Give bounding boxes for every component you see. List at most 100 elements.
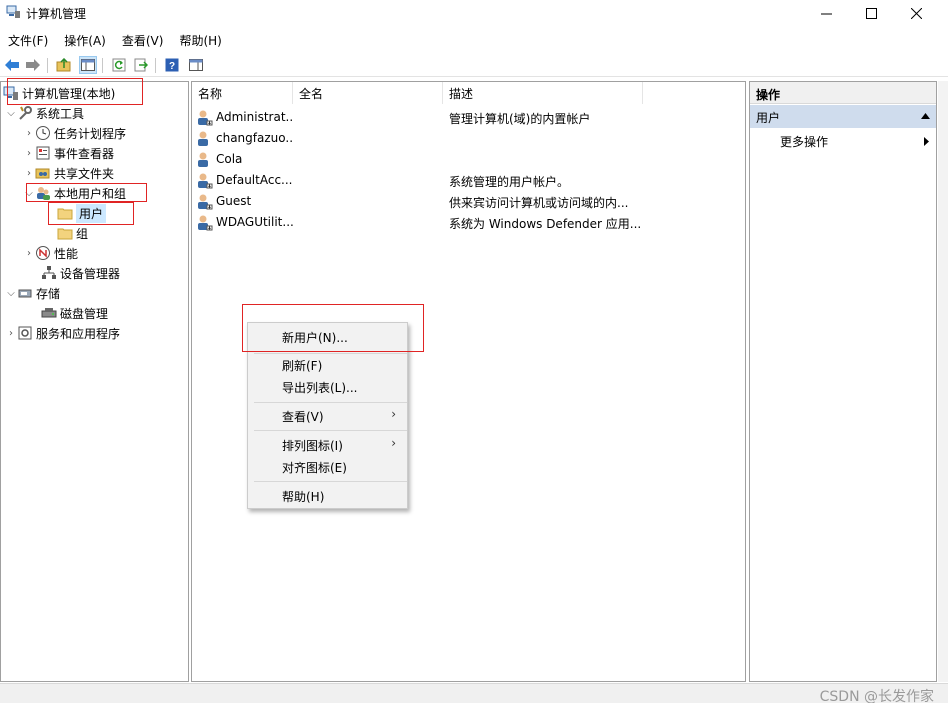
- minimize-icon: [820, 13, 832, 14]
- folder-icon: [57, 228, 73, 240]
- chevron-right-icon[interactable]: ›: [23, 128, 35, 139]
- performance-icon: [36, 246, 50, 260]
- minimize-button[interactable]: [803, 0, 849, 26]
- title-bar: 计算机管理: [0, 0, 948, 26]
- actions-header: 操作: [750, 82, 936, 104]
- disk-icon: [41, 308, 57, 318]
- tree-label: 磁盘管理: [60, 306, 109, 321]
- tree-item-storage[interactable]: ⌵ 存储: [5, 283, 60, 303]
- menu-item-help[interactable]: 帮助(H): [249, 485, 406, 506]
- tree-item-shared-folders[interactable]: › 共享文件夹: [23, 163, 114, 183]
- user-icon: [198, 194, 213, 210]
- column-header-description[interactable]: 描述: [443, 82, 643, 104]
- chevron-right-icon: ›: [391, 407, 396, 421]
- user-icon: [198, 173, 213, 189]
- back-arrow-icon: [5, 59, 19, 71]
- chevron-right-icon[interactable]: ›: [23, 248, 35, 259]
- submenu-arrow-icon: [924, 137, 929, 146]
- event-viewer-icon: [36, 146, 50, 160]
- tree-item-disk-management[interactable]: 磁盘管理: [41, 303, 108, 323]
- watermark: CSDN @长发作家: [819, 689, 934, 703]
- menu-action[interactable]: 操作(A): [56, 29, 114, 51]
- window-title: 计算机管理: [26, 7, 87, 21]
- tree-item-system-tools[interactable]: ⌵ 系统工具: [5, 103, 84, 123]
- refresh-icon: [112, 58, 126, 72]
- export-list-button[interactable]: [132, 56, 150, 74]
- table-row[interactable]: Guest 供来宾访问计算机或访问域的内...: [196, 191, 744, 212]
- show-hide-action-pane-button[interactable]: [187, 56, 205, 74]
- highlight-users: [48, 202, 134, 225]
- tree-item-groups[interactable]: 组: [57, 223, 88, 243]
- tree-item-services-apps[interactable]: › 服务和应用程序: [5, 323, 120, 343]
- close-button[interactable]: [893, 0, 939, 26]
- collapse-up-icon: [921, 113, 930, 119]
- up-folder-icon: [56, 58, 71, 72]
- window-edge-scrollbar: [938, 81, 948, 682]
- tree-label: 服务和应用程序: [36, 326, 121, 341]
- menu-item-view[interactable]: 查看(V) ›: [249, 405, 406, 426]
- tree-label: 性能: [54, 246, 79, 261]
- help-button[interactable]: ?: [163, 56, 181, 74]
- export-icon: [134, 58, 148, 72]
- show-hide-console-tree-button[interactable]: [79, 56, 97, 74]
- highlight-new-user: [242, 304, 424, 352]
- highlight-root: [7, 78, 143, 105]
- menu-item-export-list[interactable]: 导出列表(L)...: [249, 376, 406, 397]
- refresh-button[interactable]: [110, 56, 128, 74]
- menu-bar: 文件(F) 操作(A) 查看(V) 帮助(H): [0, 29, 948, 51]
- maximize-button[interactable]: [848, 0, 894, 26]
- column-header-fullname[interactable]: 全名: [293, 82, 443, 104]
- chevron-down-icon[interactable]: ⌵: [5, 108, 17, 119]
- tree-item-performance[interactable]: › 性能: [23, 243, 78, 263]
- console-tree: 计算机管理(本地) ⌵ 系统工具 › 任务计划程序 › 事件查看器 › 共享文件…: [0, 81, 189, 682]
- maximize-icon: [865, 7, 877, 19]
- help-icon: ?: [165, 58, 179, 72]
- computer-management-icon: [6, 5, 20, 18]
- table-row[interactable]: DefaultAcc... 系统管理的用户帐户。: [196, 170, 744, 191]
- services-icon: [18, 326, 32, 340]
- menu-view[interactable]: 查看(V): [114, 29, 172, 51]
- tree-item-event-viewer[interactable]: › 事件查看器: [23, 143, 114, 163]
- toolbar: ?: [0, 53, 948, 77]
- tree-label: 共享文件夹: [54, 166, 115, 181]
- forward-button[interactable]: [24, 56, 42, 74]
- device-manager-icon: [42, 266, 56, 279]
- user-icon: [198, 110, 213, 126]
- chevron-right-icon[interactable]: ›: [5, 328, 17, 339]
- user-icon: [198, 131, 208, 146]
- actions-section-users[interactable]: 用户: [750, 105, 936, 128]
- tree-label: 系统工具: [36, 106, 85, 121]
- up-folder-button[interactable]: [55, 56, 73, 74]
- menu-file[interactable]: 文件(F): [0, 29, 56, 51]
- chevron-right-icon[interactable]: ›: [23, 168, 35, 179]
- back-button[interactable]: [3, 56, 21, 74]
- close-icon: [910, 7, 922, 19]
- table-row[interactable]: Administrat... 管理计算机(域)的内置帐户: [196, 107, 744, 128]
- svg-text:?: ?: [169, 61, 175, 72]
- highlight-local-users-groups: [26, 183, 147, 202]
- console-tree-icon: [81, 59, 95, 71]
- chevron-down-icon[interactable]: ⌵: [5, 288, 17, 299]
- user-icon: [198, 152, 208, 167]
- tree-label: 任务计划程序: [54, 126, 127, 141]
- menu-item-refresh[interactable]: 刷新(F): [249, 354, 406, 375]
- table-row[interactable]: changfazuo...: [196, 128, 744, 149]
- tree-item-device-manager[interactable]: 设备管理器: [41, 263, 120, 283]
- shared-folder-icon: [35, 168, 50, 179]
- column-header-name[interactable]: 名称: [192, 82, 293, 104]
- tree-item-task-scheduler[interactable]: › 任务计划程序: [23, 123, 126, 143]
- tools-icon: [19, 106, 32, 120]
- forward-arrow-icon: [26, 59, 40, 71]
- tree-label: 设备管理器: [60, 266, 121, 281]
- menu-item-align-icons[interactable]: 对齐图标(E): [249, 456, 406, 477]
- actions-pane: 操作 用户 更多操作: [749, 81, 937, 682]
- user-icon: [198, 215, 213, 231]
- menu-item-arrange-icons[interactable]: 排列图标(I) ›: [249, 434, 406, 455]
- menu-help[interactable]: 帮助(H): [171, 29, 229, 51]
- tree-label: 组: [76, 226, 89, 241]
- more-actions-link[interactable]: 更多操作: [780, 133, 828, 150]
- table-row[interactable]: WDAGUtilit... 系统为 Windows Defender 应用...: [196, 212, 744, 233]
- action-pane-icon: [189, 59, 203, 71]
- chevron-right-icon[interactable]: ›: [23, 148, 35, 159]
- table-row[interactable]: Cola: [196, 149, 744, 170]
